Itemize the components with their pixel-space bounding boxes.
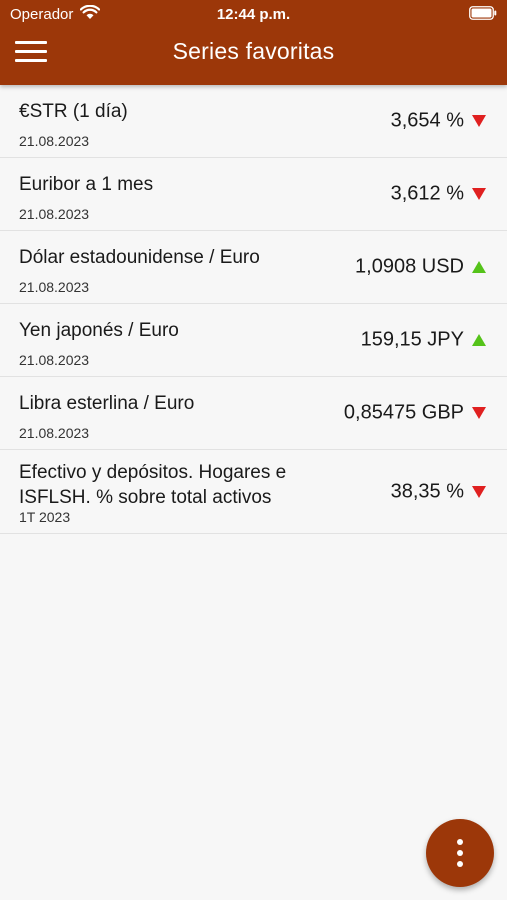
more-options-button[interactable]: [426, 819, 494, 887]
series-value: 3,654 %: [390, 109, 464, 132]
trend-down-icon: [472, 407, 486, 419]
list-item[interactable]: Yen japonés / Euro 21.08.2023 159,15 JPY: [0, 304, 507, 377]
series-date: 21.08.2023: [19, 206, 90, 222]
page-title: Series favoritas: [172, 38, 335, 64]
series-name: Efectivo y depósitos. Hogares e ISFLSH. …: [19, 462, 287, 508]
favorite-series-list: €STR (1 día) 21.08.2023 3,654 % Euribor …: [0, 85, 507, 534]
trend-up-icon: [472, 261, 486, 273]
series-date: 21.08.2023: [19, 279, 90, 295]
list-item[interactable]: Dólar estadounidense / Euro 21.08.2023 1…: [0, 231, 507, 304]
series-date: 21.08.2023: [19, 133, 90, 149]
trend-down-icon: [472, 485, 486, 498]
battery-icon: [469, 6, 497, 20]
list-item[interactable]: Efectivo y depósitos. Hogares e ISFLSH. …: [0, 450, 507, 534]
trend-down-icon: [472, 188, 486, 200]
app-bar: Operador 12:44 p.m. Series favoritas: [0, 0, 507, 85]
status-time: 12:44 p.m.: [216, 6, 291, 23]
series-value: 0,85475 GBP: [343, 401, 464, 424]
series-name: Yen japonés / Euro: [19, 320, 179, 341]
series-date: 21.08.2023: [19, 352, 90, 368]
series-name: Euribor a 1 mes: [19, 174, 154, 195]
list-item[interactable]: Libra esterlina / Euro 21.08.2023 0,8547…: [0, 377, 507, 450]
series-name: €STR (1 día): [19, 101, 128, 122]
series-name: Libra esterlina / Euro: [19, 393, 195, 414]
series-value: 159,15 JPY: [360, 328, 464, 351]
trend-down-icon: [472, 115, 486, 127]
trend-up-icon: [472, 334, 486, 346]
series-value: 3,612 %: [390, 182, 464, 205]
series-name: Dólar estadounidense / Euro: [19, 247, 260, 268]
more-vertical-icon: [457, 839, 463, 845]
series-value: 1,0908 USD: [355, 255, 464, 278]
status-bar: Operador 12:44 p.m.: [0, 0, 507, 28]
series-value: 38,35 %: [390, 480, 464, 502]
series-date: 21.08.2023: [19, 425, 90, 441]
list-item[interactable]: €STR (1 día) 21.08.2023 3,654 %: [0, 85, 507, 158]
list-item[interactable]: Euribor a 1 mes 21.08.2023 3,612 %: [0, 158, 507, 231]
series-date: 1T 2023: [19, 509, 71, 525]
